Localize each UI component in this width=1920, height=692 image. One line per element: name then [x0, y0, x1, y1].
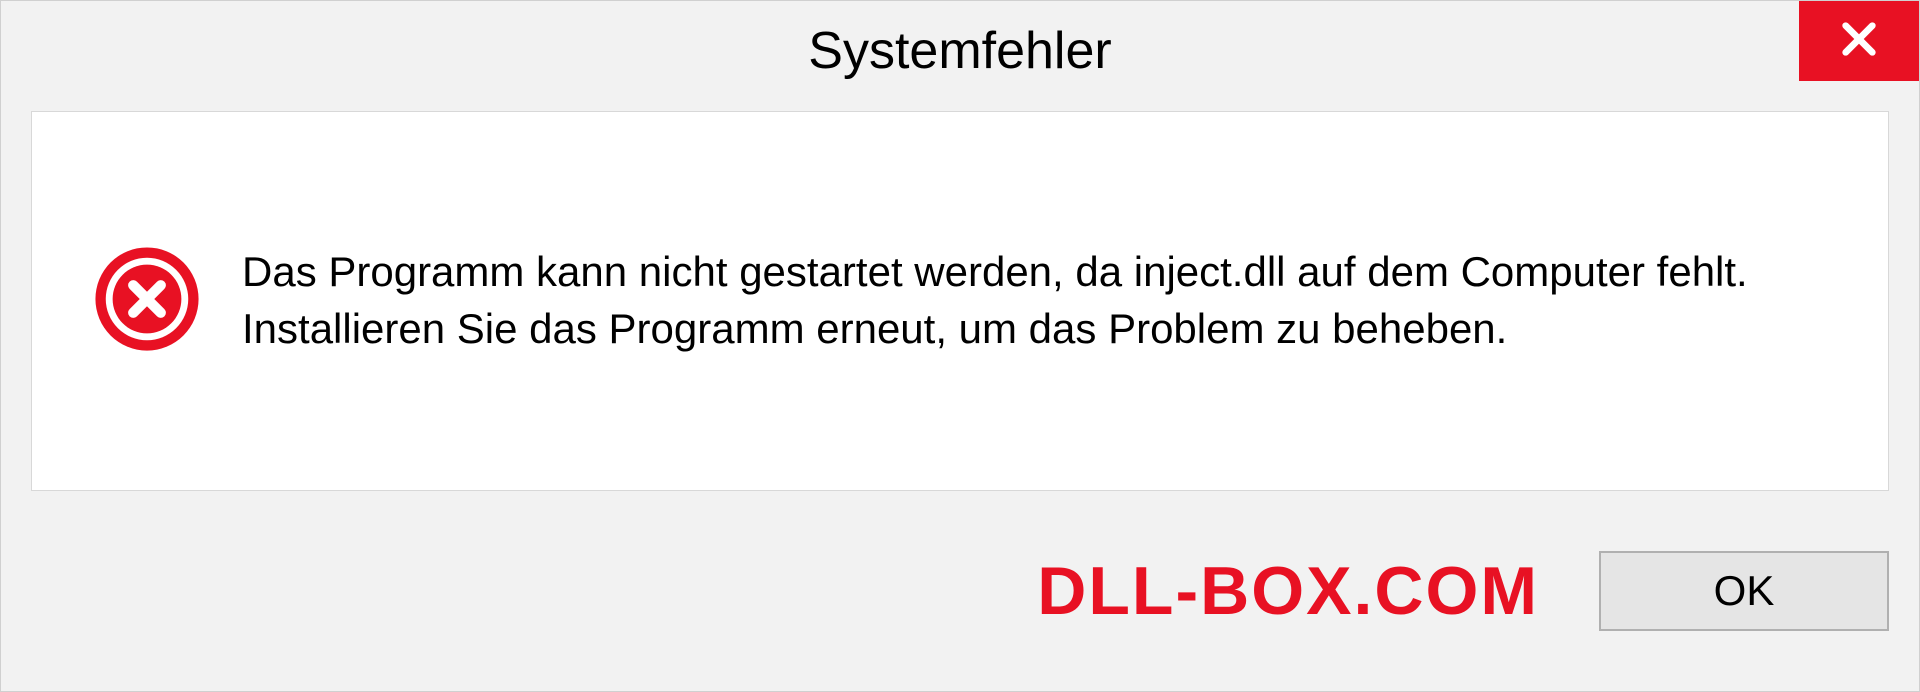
error-icon	[92, 244, 202, 359]
close-icon	[1839, 19, 1879, 64]
error-dialog: Systemfehler Das Programm kann nicht ges…	[0, 0, 1920, 692]
ok-button[interactable]: OK	[1599, 551, 1889, 631]
dialog-title: Systemfehler	[808, 21, 1111, 81]
close-button[interactable]	[1799, 1, 1919, 81]
content-panel: Das Programm kann nicht gestartet werden…	[31, 111, 1889, 491]
watermark-text: DLL-BOX.COM	[1037, 552, 1539, 630]
error-message: Das Programm kann nicht gestartet werden…	[242, 244, 1828, 357]
dialog-footer: DLL-BOX.COM OK	[1, 511, 1919, 691]
titlebar: Systemfehler	[1, 1, 1919, 101]
